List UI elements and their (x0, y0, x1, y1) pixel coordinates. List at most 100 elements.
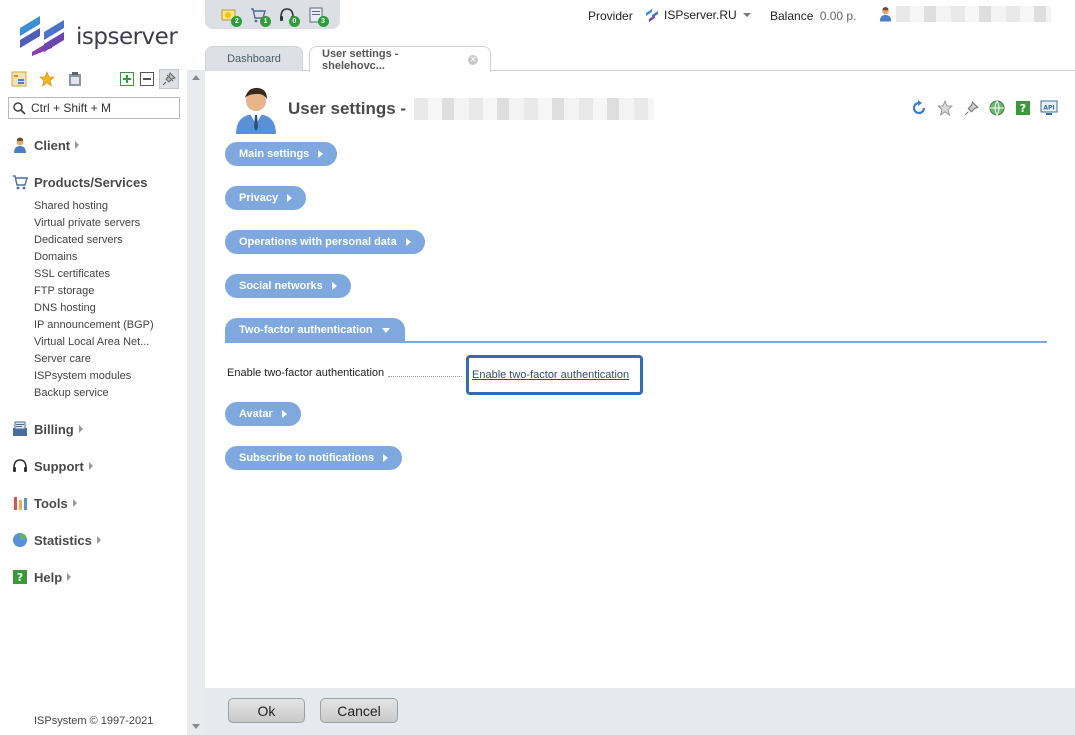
nav-group-support[interactable]: Support (12, 458, 93, 474)
billing-icon (12, 421, 28, 437)
ok-button[interactable]: Ok (228, 698, 305, 723)
pin-icon[interactable] (962, 99, 980, 117)
sidebar-item-vps[interactable]: Virtual private servers (34, 216, 154, 233)
chevron-right-icon (72, 499, 77, 507)
sidebar-item-backup[interactable]: Backup service (34, 386, 154, 403)
menu-search[interactable] (8, 97, 180, 119)
notification-lightbulb[interactable]: 2 (220, 6, 243, 27)
globe-icon[interactable] (988, 99, 1006, 117)
search-input[interactable] (31, 101, 171, 115)
section-main-settings[interactable]: Main settings (225, 142, 338, 166)
section-subscribe-notifications[interactable]: Subscribe to notifications (225, 446, 403, 470)
username-redacted (414, 98, 655, 120)
balance-label: Balance (770, 9, 814, 23)
pin-icon[interactable] (159, 69, 179, 89)
notification-badge: 0 (288, 15, 300, 27)
chevron-right-icon (405, 238, 411, 246)
chevron-right-icon (318, 150, 324, 158)
clipboard-icon[interactable] (66, 70, 84, 88)
sidebar-item-bgp[interactable]: IP announcement (BGP) (34, 318, 154, 335)
nav-group-statistics[interactable]: Statistics (12, 532, 101, 548)
nav-group-tools[interactable]: Tools (12, 495, 77, 511)
tab-user-settings[interactable]: User settings - shelehovc... ✕ (309, 46, 491, 72)
chevron-down-icon (381, 327, 390, 333)
api-icon[interactable]: API (1040, 99, 1058, 117)
sidebar-item-ssl[interactable]: SSL certificates (34, 267, 154, 284)
notification-badge: 2 (231, 15, 243, 27)
sidebar-item-vlan[interactable]: Virtual Local Area Net... (34, 335, 154, 352)
notification-support[interactable]: 0 (278, 6, 300, 27)
section-avatar[interactable]: Avatar (225, 402, 301, 426)
nav-group-label: Client (34, 137, 71, 153)
section-label: Subscribe to notifications (239, 452, 375, 464)
chevron-right-icon (383, 454, 389, 462)
enable-two-factor-link[interactable]: Enable two-factor authentication (472, 369, 629, 381)
chevron-down-icon (742, 13, 751, 17)
chevron-right-icon (287, 194, 293, 202)
section-operations-personal-data[interactable]: Operations with personal data (225, 230, 425, 254)
sidebar-item-ftp[interactable]: FTP storage (34, 284, 154, 301)
notification-badge: 1 (260, 15, 272, 27)
nav-group-help[interactable]: ? Help (12, 569, 72, 585)
chevron-right-icon (88, 462, 93, 470)
section-label: Social networks (239, 280, 323, 292)
chevron-right-icon (96, 536, 101, 544)
notification-document[interactable]: 3 (307, 6, 329, 27)
refresh-icon[interactable] (910, 99, 928, 117)
section-two-factor-auth[interactable]: Two-factor authentication (225, 318, 405, 342)
nav-group-client[interactable]: Client (12, 137, 80, 153)
tree-view-icon[interactable] (10, 70, 28, 88)
tab-label: User settings - shelehovc... (322, 47, 399, 72)
copyright: ISPsystem © 1997-2021 (34, 715, 154, 727)
svg-text:API: API (1043, 105, 1054, 112)
page-title: User settings - (288, 98, 655, 120)
two-factor-field-row: Enable two-factor authentication (227, 367, 463, 379)
help-icon[interactable]: ? (1014, 99, 1032, 117)
provider-selector[interactable]: ISPserver.RU (645, 8, 751, 22)
headset-icon (12, 458, 28, 474)
sidebar-item-domains[interactable]: Domains (34, 250, 154, 267)
form-footer: Ok Cancel (205, 688, 1075, 735)
collapse-all-icon[interactable] (138, 70, 156, 88)
sidebar: ispserver Client (0, 0, 187, 735)
close-icon[interactable]: ✕ (468, 54, 478, 65)
sidebar-item-dns[interactable]: DNS hosting (34, 301, 154, 318)
notification-cart[interactable]: 1 (249, 6, 272, 27)
sidebar-scrollbar[interactable] (187, 70, 205, 735)
nav-group-billing[interactable]: Billing (12, 421, 83, 437)
user-avatar-icon (236, 87, 276, 134)
sidebar-item-shared-hosting[interactable]: Shared hosting (34, 199, 154, 216)
ispserver-logo-icon (20, 16, 64, 56)
sidebar-item-server-care[interactable]: Server care (34, 352, 154, 369)
section-label: Operations with personal data (239, 236, 397, 248)
username-redacted (896, 6, 1051, 22)
section-label: Avatar (239, 408, 273, 420)
page-title-text: User settings - (288, 99, 407, 118)
provider-label: Provider (588, 9, 633, 23)
section-privacy[interactable]: Privacy (225, 186, 307, 210)
sidebar-item-dedicated[interactable]: Dedicated servers (34, 233, 154, 250)
logo-text: ispserver (76, 24, 178, 50)
notification-bar: 2 1 0 3 (205, 0, 340, 29)
tab-dashboard[interactable]: Dashboard (205, 46, 303, 71)
cancel-button[interactable]: Cancel (320, 698, 398, 723)
chevron-right-icon (78, 425, 83, 433)
section-social-networks[interactable]: Social networks (225, 274, 351, 298)
section-label: Two-factor authentication (239, 324, 373, 336)
scroll-down-icon[interactable] (192, 724, 200, 729)
field-label: Enable two-factor authentication (227, 367, 385, 379)
chevron-right-icon (75, 141, 80, 149)
sidebar-item-ispsystem-modules[interactable]: ISPsystem modules (34, 369, 154, 386)
expand-all-icon[interactable] (118, 70, 136, 88)
user-menu[interactable] (878, 6, 1051, 22)
nav-group-products[interactable]: Products/Services (12, 174, 147, 190)
tools-icon (12, 495, 28, 511)
pie-chart-icon (12, 532, 28, 548)
star-icon[interactable] (38, 70, 56, 88)
ispserver-logo-icon (646, 9, 658, 22)
section-label: Main settings (239, 148, 310, 160)
scroll-up-icon[interactable] (192, 75, 200, 80)
favorite-star-icon[interactable] (936, 99, 954, 117)
logo[interactable]: ispserver (18, 14, 178, 56)
nav-group-label: Billing (34, 421, 74, 437)
